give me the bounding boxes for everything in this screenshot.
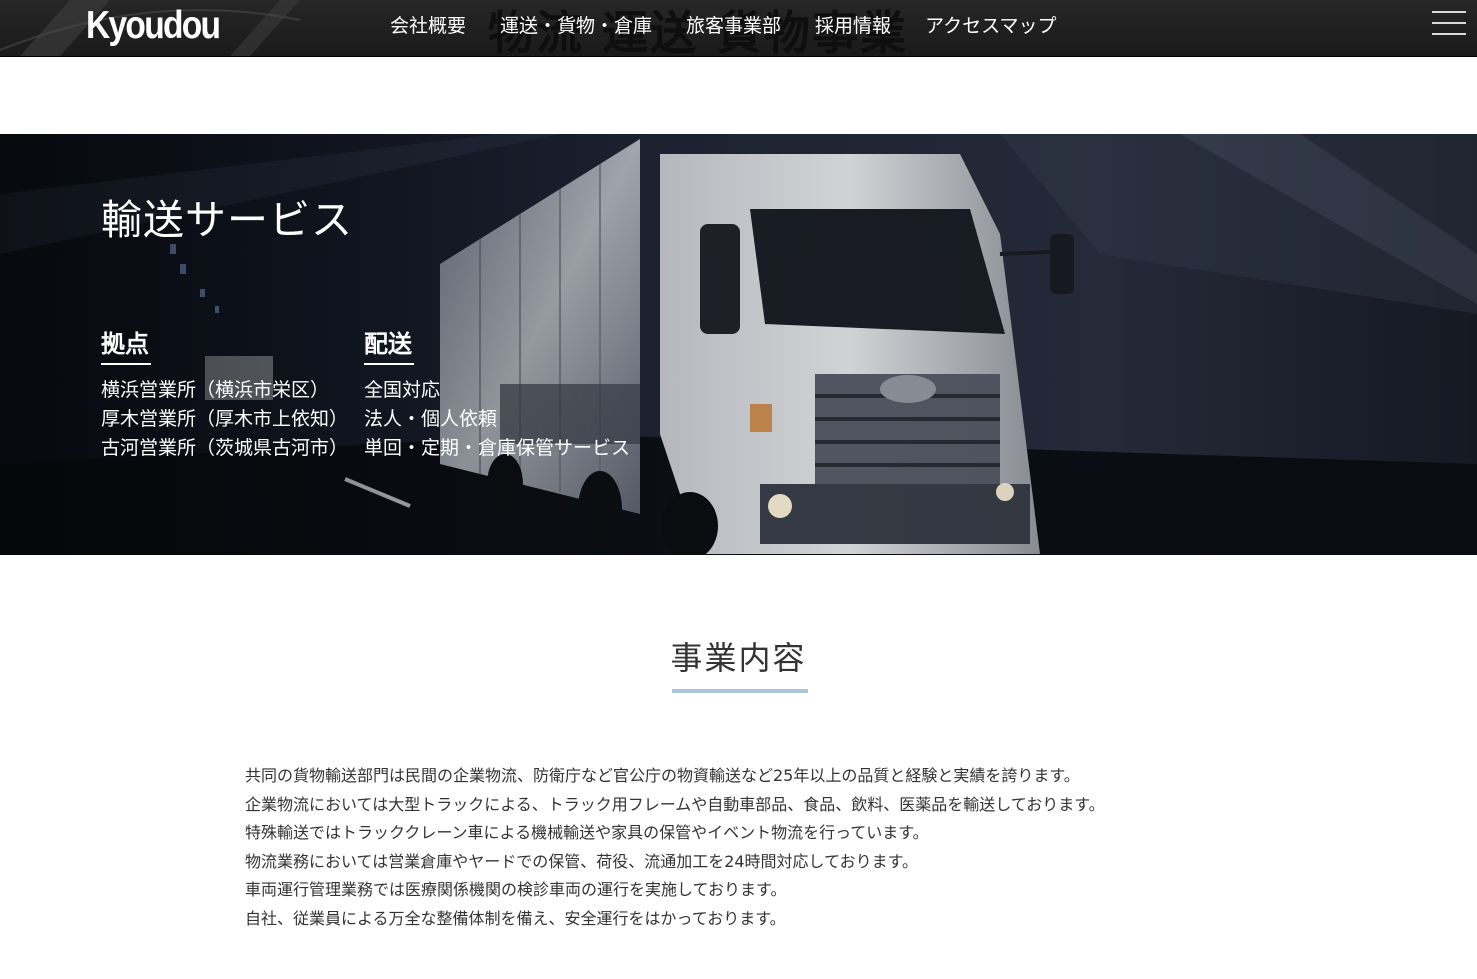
business-paragraph-5: 車両運行管理業務では医療関係機関の検診車両の運行を実施しております。	[245, 880, 787, 899]
delivery-heading: 配送	[364, 330, 412, 358]
base-atsugi: 厚木営業所（厚木市上依知）	[101, 408, 349, 430]
delivery-nationwide: 全国対応	[364, 379, 441, 401]
business-paragraph-6: 自社、従業員による万全な整備体制を備え、安全運行をはかっております。	[245, 909, 786, 928]
site-header: 物流 運送 貨物事業 Kyoudou 会社概要 運送・貨物・倉庫 旅客事業部 採…	[0, 0, 1477, 57]
hero-banner: 輸送サービス 拠点 横浜営業所（横浜市栄区） 厚木営業所（厚木市上依知） 古河営…	[0, 134, 1477, 555]
business-paragraph-2: 企業物流においては大型トラックによる、トラック用フレームや自動車部品、食品、飲料…	[245, 795, 1105, 814]
delivery-corporate-individual: 法人・個人依頼	[364, 408, 498, 430]
main-nav: 会社概要 運送・貨物・倉庫 旅客事業部 採用情報 アクセスマップ	[390, 12, 1091, 40]
nav-item-access[interactable]: アクセスマップ	[925, 12, 1056, 40]
nav-item-recruit[interactable]: 採用情報	[815, 12, 891, 40]
site-logo[interactable]: Kyoudou	[86, 3, 221, 49]
nav-item-transport[interactable]: 運送・貨物・倉庫	[500, 12, 652, 40]
delivery-service-types: 単回・定期・倉庫保管サービス	[364, 437, 631, 459]
business-title-underline	[672, 689, 808, 693]
business-paragraph-1: 共同の貨物輸送部門は民間の企業物流、防衛庁など官公庁の物資輸送など25年以上の品…	[245, 766, 1080, 785]
hamburger-icon[interactable]	[1432, 11, 1468, 37]
base-yokohama: 横浜営業所（横浜市栄区）	[101, 379, 330, 401]
business-paragraph-4: 物流業務においては営業倉庫やヤードでの保管、荷役、流通加工を24時間対応しており…	[245, 852, 919, 871]
business-paragraph-3: 特殊輸送ではトラッククレーン車による機械輸送や家具の保管やイベント物流を行ってい…	[245, 823, 929, 842]
page: 物流 運送 貨物事業 Kyoudou 会社概要 運送・貨物・倉庫 旅客事業部 採…	[0, 0, 1477, 979]
delivery-heading-underline	[364, 363, 414, 365]
bases-heading: 拠点	[101, 330, 149, 358]
hero-title: 輸送サービス	[101, 196, 353, 244]
nav-item-passenger[interactable]: 旅客事業部	[686, 12, 781, 40]
base-koga: 古河営業所（茨城県古河市）	[101, 437, 349, 459]
nav-item-company[interactable]: 会社概要	[390, 12, 466, 40]
bases-heading-underline	[101, 363, 151, 365]
business-section-title: 事業内容	[670, 639, 807, 677]
